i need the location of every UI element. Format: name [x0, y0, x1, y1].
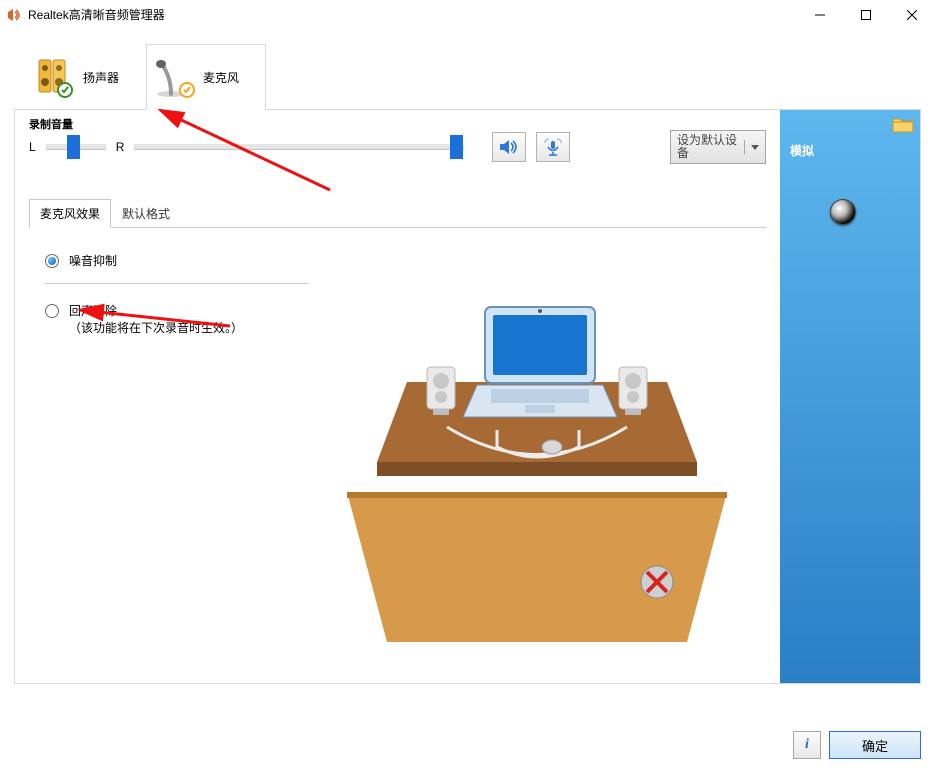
volume-slider[interactable]: [134, 144, 464, 150]
option-noise-suppression[interactable]: 噪音抑制: [45, 252, 309, 269]
echo-title: 回声消除: [69, 304, 117, 318]
label-noise-suppression: 噪音抑制: [69, 252, 117, 269]
info-button[interactable]: i: [793, 731, 821, 759]
balance-slider[interactable]: [46, 144, 106, 150]
tab-microphone-label: 麦克风: [203, 69, 239, 86]
balance-left-label: L: [29, 140, 36, 154]
app-icon: [6, 7, 22, 23]
tab-speaker[interactable]: 扬声器: [26, 44, 146, 110]
main-panel: 录制音量 L R: [14, 109, 921, 684]
minimize-button[interactable]: [797, 0, 843, 30]
folder-icon[interactable]: [892, 116, 914, 137]
side-panel: 模拟: [780, 110, 920, 683]
tab-speaker-label: 扬声器: [83, 69, 119, 86]
close-button[interactable]: [889, 0, 935, 30]
ok-button[interactable]: 确定: [829, 731, 921, 759]
subtab-default-format[interactable]: 默认格式: [111, 199, 181, 228]
tab-microphone[interactable]: 麦克风: [146, 44, 266, 110]
radio-echo-cancellation[interactable]: [45, 304, 59, 318]
balance-thumb[interactable]: [67, 135, 80, 159]
mic-boost-button[interactable]: [536, 132, 570, 162]
option-echo-cancellation[interactable]: 回声消除 （该功能将在下次录音时生效。）: [45, 302, 309, 336]
title-bar: Realtek高清晰音频管理器: [0, 0, 935, 30]
speaker-icon: [33, 56, 75, 98]
volume-thumb[interactable]: [450, 135, 463, 159]
window-title: Realtek高清晰音频管理器: [28, 6, 797, 23]
mute-playback-button[interactable]: [492, 132, 526, 162]
subtab-effects[interactable]: 麦克风效果: [29, 199, 111, 228]
echo-note: （该功能将在下次录音时生效。）: [69, 321, 243, 335]
device-illustration: [327, 252, 766, 658]
sub-tabs: 麦克风效果 默认格式: [29, 198, 766, 228]
effects-options: 噪音抑制 回声消除 （该功能将在下次录音时生效。）: [29, 252, 309, 658]
device-tabs: 扬声器 麦克风: [26, 40, 921, 110]
balance-right-label: R: [116, 140, 125, 154]
recording-volume-row: 录制音量 L R: [29, 130, 766, 164]
microphone-icon: [153, 56, 195, 98]
side-panel-title: 模拟: [790, 142, 910, 159]
chevron-down-icon: [744, 140, 759, 154]
radio-noise-suppression[interactable]: [45, 254, 59, 268]
recording-volume-label: 录制音量: [29, 116, 73, 132]
options-divider: [45, 283, 309, 284]
maximize-button[interactable]: [843, 0, 889, 30]
set-default-device-button[interactable]: 设为默认设备: [670, 130, 766, 164]
analog-jack[interactable]: [830, 199, 856, 225]
set-default-label: 设为默认设备: [677, 134, 740, 160]
label-echo-cancellation: 回声消除 （该功能将在下次录音时生效。）: [69, 302, 243, 336]
